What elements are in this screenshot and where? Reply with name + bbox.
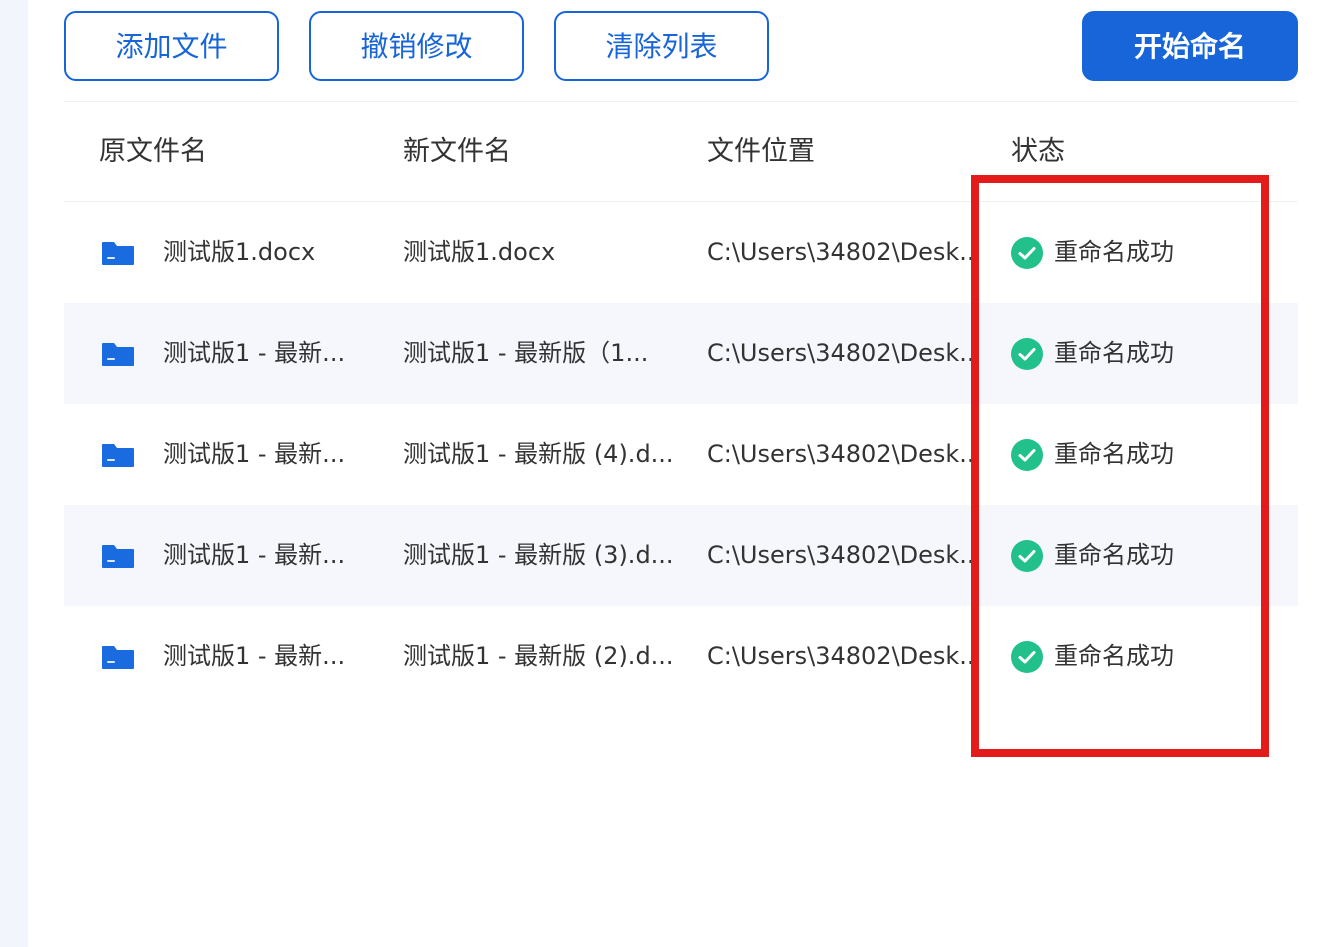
table-row[interactable]: 测试版1 - 最新... 测试版1 - 最新版 (2).d... C:\User… — [64, 606, 1298, 707]
new-name-cell: 测试版1 - 最新版 (3).d... — [403, 541, 674, 569]
new-name-cell: 测试版1 - 最新版 (4).d... — [403, 440, 674, 468]
folder-icon — [102, 646, 134, 669]
check-circle-icon — [1011, 338, 1043, 370]
toolbar: 添加文件 撤销修改 清除列表 开始命名 — [0, 0, 1335, 100]
original-name-cell: 测试版1 - 最新... — [163, 339, 346, 367]
table-header: 原文件名 新文件名 文件位置 状态 — [64, 102, 1298, 202]
status-cell: 重命名成功 — [1054, 440, 1174, 468]
check-circle-icon — [1011, 641, 1043, 673]
clear-list-button[interactable]: 清除列表 — [554, 11, 769, 81]
check-circle-icon — [1011, 237, 1043, 269]
original-name-cell: 测试版1 - 最新... — [163, 440, 346, 468]
original-name-cell: 测试版1 - 最新... — [163, 642, 346, 670]
undo-changes-button[interactable]: 撤销修改 — [309, 11, 524, 81]
header-location: 文件位置 — [707, 136, 815, 167]
start-rename-button[interactable]: 开始命名 — [1082, 11, 1298, 81]
location-cell: C:\Users\34802\Desk... — [707, 440, 975, 468]
header-original-name: 原文件名 — [99, 136, 207, 167]
check-circle-icon — [1011, 439, 1043, 471]
table-row[interactable]: 测试版1 - 最新... 测试版1 - 最新版（1... C:\Users\34… — [64, 303, 1298, 404]
status-cell: 重命名成功 — [1054, 642, 1174, 670]
status-cell: 重命名成功 — [1054, 238, 1174, 266]
table-row[interactable]: 测试版1 - 最新... 测试版1 - 最新版 (4).d... C:\User… — [64, 404, 1298, 505]
new-name-cell: 测试版1 - 最新版 (2).d... — [403, 642, 674, 670]
header-status: 状态 — [1011, 136, 1065, 167]
location-cell: C:\Users\34802\Desk... — [707, 339, 975, 367]
status-cell: 重命名成功 — [1054, 339, 1174, 367]
folder-icon — [102, 242, 134, 265]
check-circle-icon — [1011, 540, 1043, 572]
location-cell: C:\Users\34802\Desk... — [707, 541, 975, 569]
location-cell: C:\Users\34802\Desk... — [707, 642, 975, 670]
folder-icon — [102, 343, 134, 366]
folder-icon — [102, 545, 134, 568]
folder-icon — [102, 444, 134, 467]
location-cell: C:\Users\34802\Desk... — [707, 238, 975, 266]
add-files-button[interactable]: 添加文件 — [64, 11, 279, 81]
original-name-cell: 测试版1 - 最新... — [163, 541, 346, 569]
original-name-cell: 测试版1.docx — [163, 238, 316, 266]
left-sidebar-strip — [0, 0, 28, 947]
table-row[interactable]: 测试版1 - 最新... 测试版1 - 最新版 (3).d... C:\User… — [64, 505, 1298, 606]
header-new-name: 新文件名 — [403, 136, 511, 167]
status-cell: 重命名成功 — [1054, 541, 1174, 569]
new-name-cell: 测试版1.docx — [403, 238, 556, 266]
file-table: 原文件名 新文件名 文件位置 状态 测试版1.docx 测试版1.docx C:… — [64, 102, 1298, 707]
table-row[interactable]: 测试版1.docx 测试版1.docx C:\Users\34802\Desk.… — [64, 202, 1298, 303]
new-name-cell: 测试版1 - 最新版（1... — [403, 339, 649, 367]
